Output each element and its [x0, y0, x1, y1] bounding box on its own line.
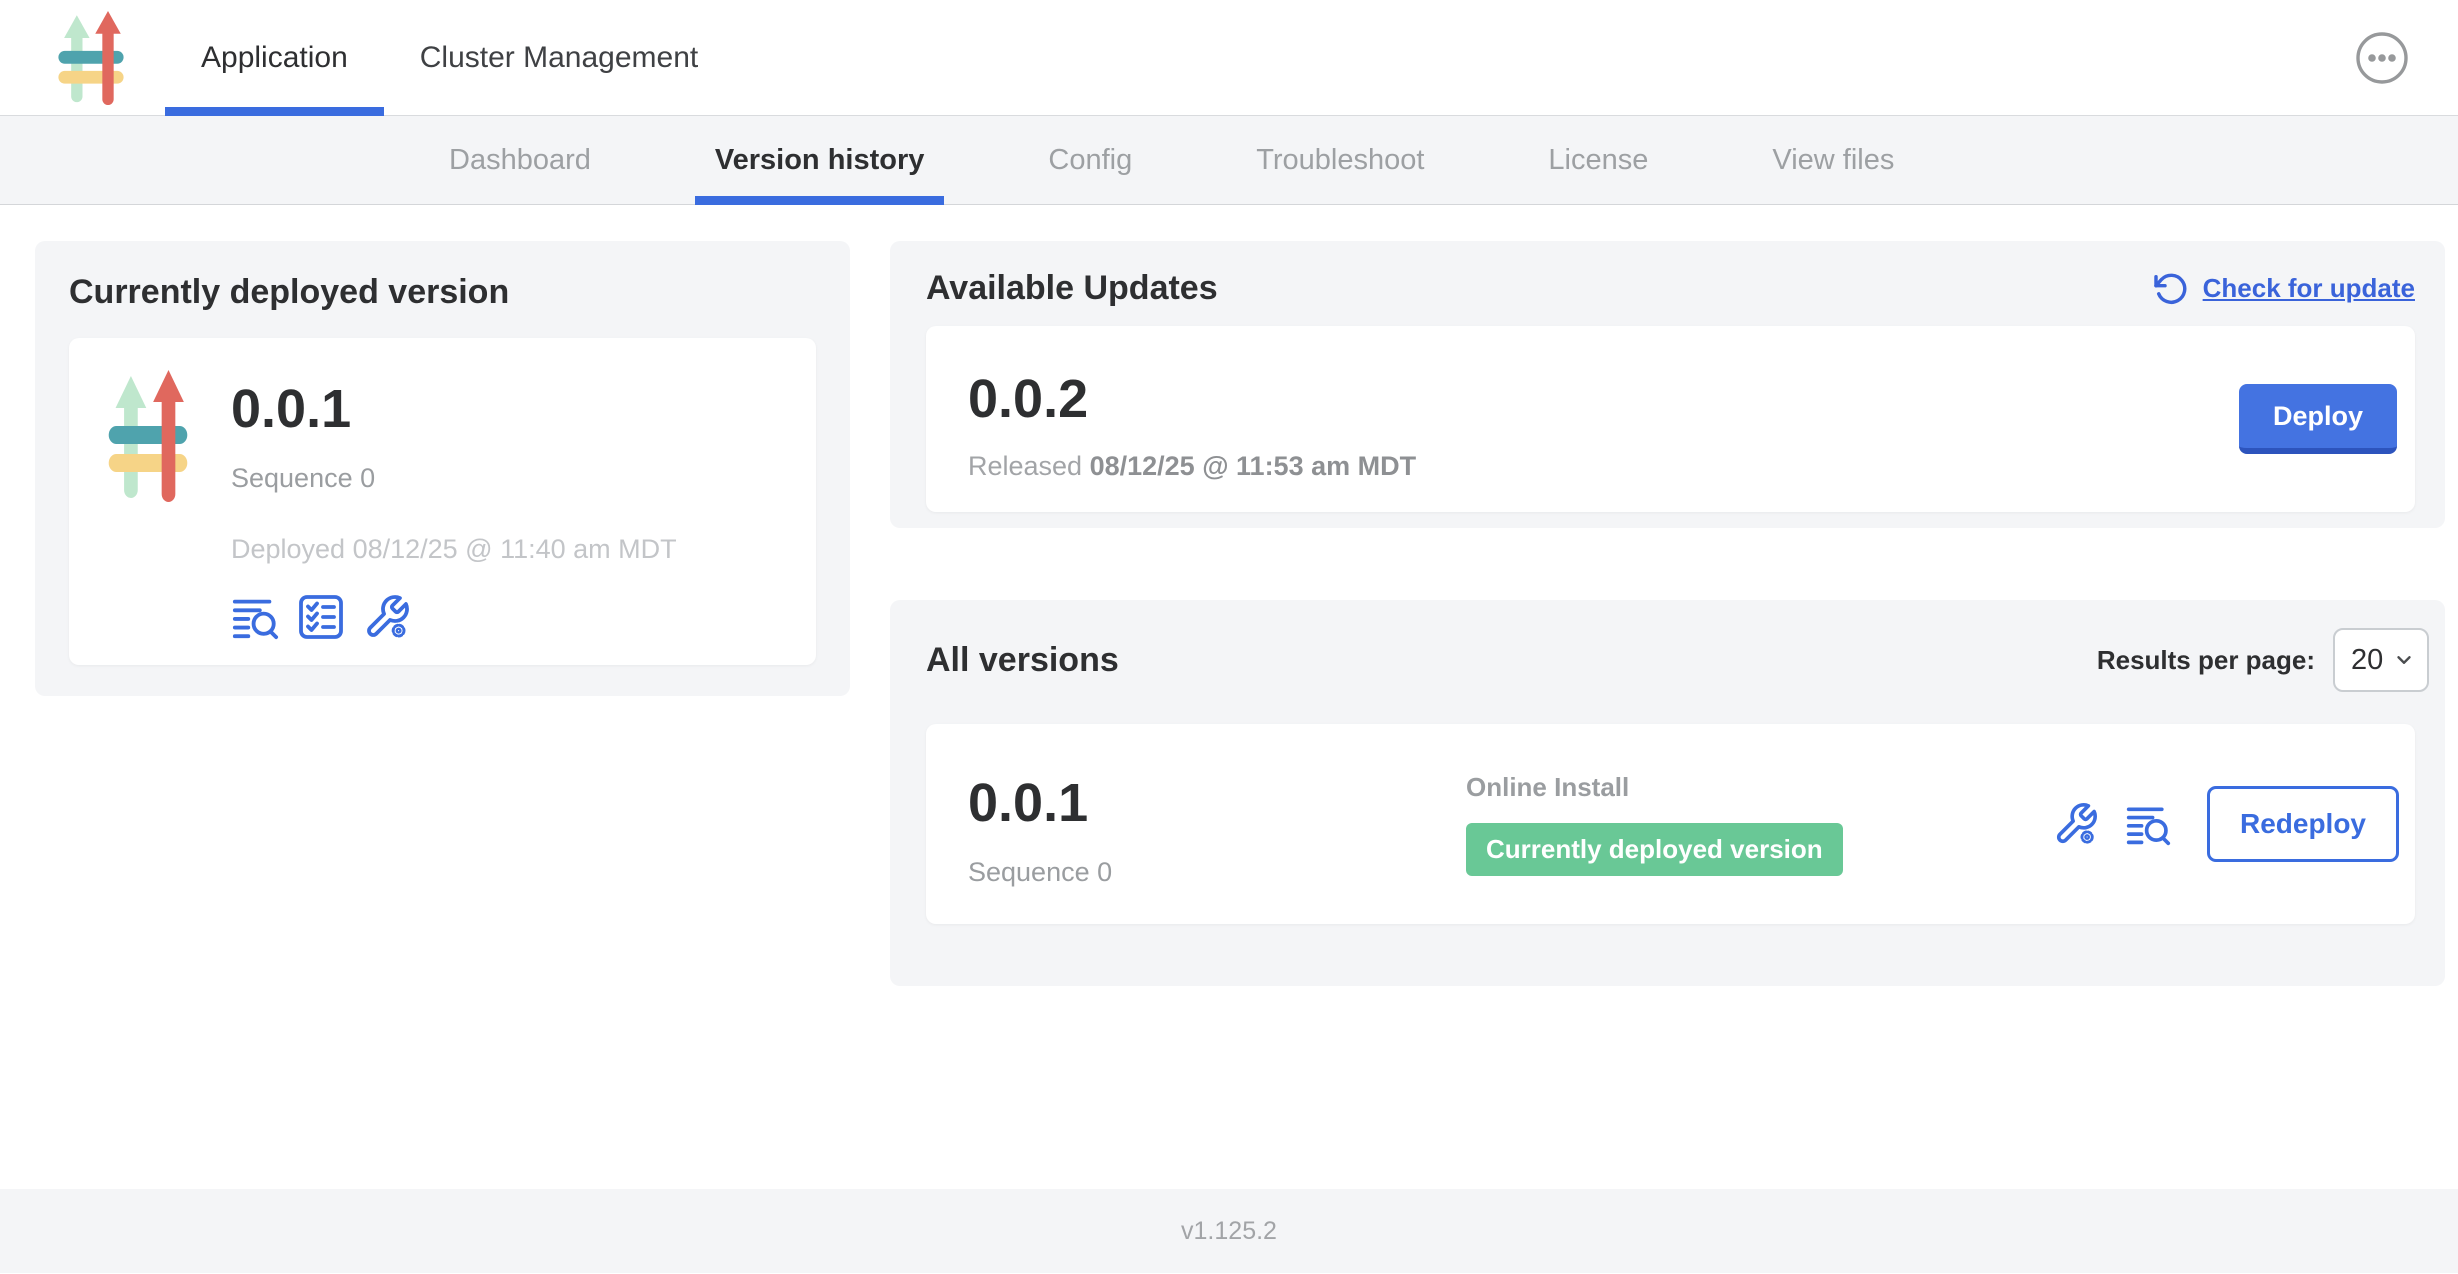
- currently-deployed-title: Currently deployed version: [69, 273, 816, 312]
- console-version-label: v1.125.2: [1181, 1217, 1277, 1246]
- update-version-number: 0.0.2: [968, 370, 1416, 429]
- tab-version-history[interactable]: Version history: [695, 116, 945, 204]
- all-versions-title: All versions: [926, 641, 1119, 680]
- deployed-sequence-label: Sequence 0: [231, 463, 677, 494]
- refresh-icon: [2153, 271, 2189, 307]
- version-row-actions: Redeploy: [2053, 786, 2399, 862]
- all-versions-card: All versions Results per page: 20 0.0.1 …: [890, 600, 2445, 986]
- install-type-label: Online Install: [1466, 772, 2053, 803]
- top-tabs: Application Cluster Management: [165, 0, 734, 115]
- tab-license-label: License: [1548, 144, 1648, 177]
- released-date: 08/12/25 @ 11:53 am MDT: [1090, 451, 1417, 481]
- tab-view-files[interactable]: View files: [1752, 116, 1914, 204]
- tab-application[interactable]: Application: [165, 0, 384, 115]
- top-navbar: Application Cluster Management: [0, 0, 2458, 116]
- edit-config-icon: [2053, 801, 2099, 847]
- app-icon: [107, 370, 189, 502]
- edit-config-button[interactable]: [363, 593, 411, 641]
- results-per-page-select[interactable]: 20: [2333, 628, 2429, 692]
- deployed-timestamp: Deployed 08/12/25 @ 11:40 am MDT: [231, 534, 677, 565]
- overflow-menu-button[interactable]: [2354, 30, 2410, 86]
- row-sequence-label: Sequence 0: [968, 857, 1466, 888]
- tab-config[interactable]: Config: [1028, 116, 1152, 204]
- view-logs-button[interactable]: [231, 593, 279, 641]
- deployed-version-actions: [231, 593, 677, 641]
- update-row: 0.0.2 Released 08/12/25 @ 11:53 am MDT D…: [926, 326, 2415, 512]
- tab-dashboard[interactable]: Dashboard: [429, 116, 611, 204]
- redeploy-button[interactable]: Redeploy: [2207, 786, 2399, 862]
- tab-version-history-label: Version history: [715, 144, 925, 177]
- page-footer: v1.125.2: [0, 1189, 2458, 1273]
- tab-troubleshoot[interactable]: Troubleshoot: [1236, 116, 1444, 204]
- available-updates-title: Available Updates: [926, 269, 1218, 308]
- update-released-timestamp: Released 08/12/25 @ 11:53 am MDT: [968, 451, 1416, 482]
- tab-troubleshoot-label: Troubleshoot: [1256, 144, 1424, 177]
- tab-view-files-label: View files: [1772, 144, 1894, 177]
- currently-deployed-card: Currently deployed version 0.0.1 Sequenc…: [35, 241, 850, 696]
- available-updates-card: Available Updates Check for update 0.0.2…: [890, 241, 2445, 528]
- circled-ellipsis-icon: [2354, 30, 2410, 86]
- chevron-down-icon: [2393, 649, 2415, 671]
- row-edit-config-button[interactable]: [2053, 801, 2099, 847]
- deployed-version-number: 0.0.1: [231, 380, 677, 439]
- tab-cluster-management[interactable]: Cluster Management: [384, 0, 734, 115]
- tab-application-label: Application: [201, 41, 348, 75]
- row-version-number: 0.0.1: [968, 774, 1466, 833]
- version-row: 0.0.1 Sequence 0 Online Install Currentl…: [926, 724, 2415, 924]
- deploy-button[interactable]: Deploy: [2239, 384, 2397, 454]
- released-prefix: Released: [968, 451, 1082, 481]
- row-view-logs-button[interactable]: [2125, 801, 2171, 847]
- results-per-page-value: 20: [2351, 644, 2383, 677]
- check-for-update-link[interactable]: Check for update: [2153, 271, 2415, 307]
- currently-deployed-badge: Currently deployed version: [1466, 823, 1843, 876]
- deployed-version-panel: 0.0.1 Sequence 0 Deployed 08/12/25 @ 11:…: [69, 338, 816, 665]
- view-logs-icon: [231, 593, 279, 641]
- preflight-checks-icon: [297, 593, 345, 641]
- tab-config-label: Config: [1048, 144, 1132, 177]
- preflight-checks-button[interactable]: [297, 593, 345, 641]
- view-logs-icon: [2125, 801, 2171, 847]
- main-content: Currently deployed version 0.0.1 Sequenc…: [0, 205, 2458, 1189]
- tab-dashboard-label: Dashboard: [449, 144, 591, 177]
- check-for-update-label: Check for update: [2203, 273, 2415, 304]
- results-per-page-label: Results per page:: [2097, 645, 2315, 676]
- app-subnav: Dashboard Version history Config Trouble…: [0, 116, 2458, 205]
- tab-cluster-management-label: Cluster Management: [420, 41, 698, 75]
- tab-license[interactable]: License: [1528, 116, 1668, 204]
- app-logo-icon: [57, 11, 125, 105]
- edit-config-icon: [363, 593, 411, 641]
